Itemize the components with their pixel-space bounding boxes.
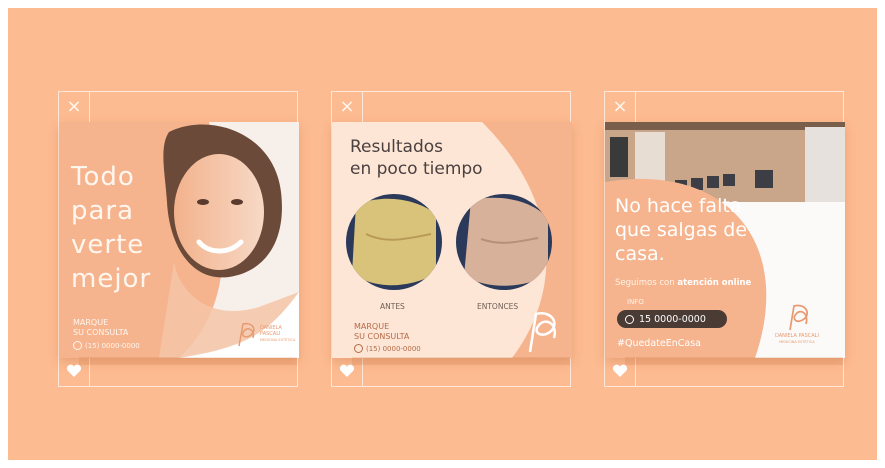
phone-number: (15) 0000-0000 [366, 344, 421, 353]
cta-line: SU CONSULTA [354, 332, 410, 341]
brand-logo: DANIELA PASCALI MEDICINA ESTÉTICA [775, 302, 819, 345]
post-headline: Todo para verte mejor [71, 160, 191, 296]
whatsapp-icon [625, 314, 634, 324]
phone-number: 15 0000-0000 [639, 313, 706, 325]
shadow [352, 357, 570, 365]
post-image: No hace falta que salgas de casa. Seguim… [605, 122, 845, 358]
post-headline: No hace falta que salgas de casa. [615, 194, 747, 266]
after-label: ENTONCES [477, 302, 519, 311]
cta-line: MARQUE [73, 318, 109, 327]
after-photo [456, 194, 552, 290]
close-icon[interactable]: × [605, 92, 635, 122]
before-label: ANTES [380, 302, 405, 311]
phone-contact: (15) 0000-0000 [73, 341, 140, 350]
headline-line: verte [71, 230, 145, 260]
post-title: Resultados en poco tiempo [350, 136, 483, 180]
dp-logo-icon [528, 312, 557, 353]
brand-tagline: MEDICINA ESTÉTICA [779, 340, 815, 344]
note-highlight: atención online [677, 278, 752, 288]
whatsapp-icon [354, 344, 363, 353]
brand-tagline: MEDICINA ESTÉTICA [260, 338, 296, 342]
shadow [79, 357, 297, 365]
heart-icon[interactable] [332, 356, 362, 386]
title-line: en poco tiempo [350, 159, 483, 179]
cta-line: MARQUE [354, 322, 390, 331]
note-prefix: Seguimos con [615, 278, 675, 288]
whatsapp-icon [73, 341, 82, 350]
online-note: Seguimos con atención online [615, 278, 751, 288]
hashtag: #QuedateEnCasa [617, 338, 701, 349]
shadow [625, 357, 843, 365]
headline-line: No hace falta [615, 195, 742, 217]
heart-icon[interactable] [59, 356, 89, 386]
phone-pill[interactable]: 15 0000-0000 [617, 310, 727, 328]
info-label: INFO [627, 298, 644, 306]
mockup-canvas: × Todo para verte mejor MARQUE SU CONSUL… [8, 8, 877, 460]
close-icon[interactable]: × [332, 92, 362, 122]
post-card-1[interactable]: × Todo para verte mejor MARQUE SU CONSUL… [58, 91, 299, 387]
headline-line: que salgas de [615, 219, 748, 241]
brand-logo: DANIELA PASCALI MEDICINA ESTÉTICA [233, 320, 295, 348]
headline-line: mejor [71, 264, 152, 294]
post-image: Todo para verte mejor MARQUE SU CONSULTA… [59, 122, 299, 358]
dp-logo-icon [789, 304, 808, 331]
headline-line: casa. [615, 243, 665, 265]
post-card-2[interactable]: × Resultados en poco tiempo ANTES ENTONC… [331, 91, 572, 387]
heart-icon[interactable] [605, 356, 635, 386]
dp-logo-icon [238, 322, 255, 347]
headline-line: para [71, 196, 135, 226]
headline-line: Todo [71, 162, 135, 192]
phone-contact: (15) 0000-0000 [354, 344, 421, 353]
cta-text: MARQUE SU CONSULTA [73, 318, 128, 338]
close-icon[interactable]: × [59, 92, 89, 122]
cta-text: MARQUE SU CONSULTA [354, 322, 409, 342]
title-line: Resultados [350, 137, 443, 157]
post-image: Resultados en poco tiempo ANTES ENTONCES… [332, 122, 572, 358]
post-card-3[interactable]: × No hace falta que salgas de casa. Segu… [604, 91, 845, 387]
cta-line: SU CONSULTA [73, 328, 129, 337]
phone-number: (15) 0000-0000 [85, 341, 140, 350]
before-photo [346, 194, 442, 290]
